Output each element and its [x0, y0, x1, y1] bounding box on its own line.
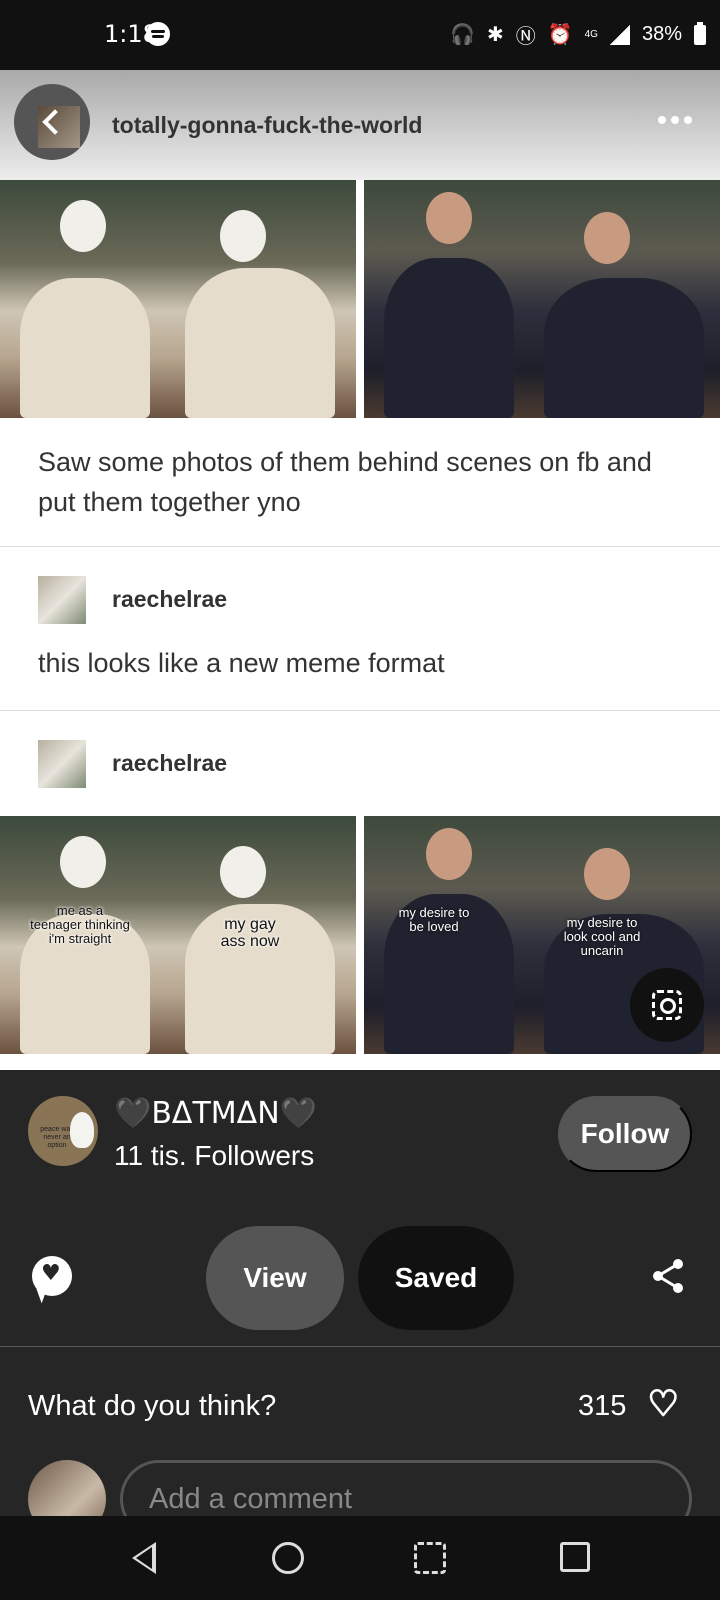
saved-button[interactable]: Saved [358, 1226, 514, 1330]
blog-name[interactable]: totally-gonna-fuck-the-world [112, 112, 422, 139]
comments-prompt: What do you think? [28, 1390, 277, 1422]
reblog-avatar[interactable] [38, 576, 86, 624]
reblog-text: this looks like a new meme format [38, 648, 445, 678]
battery-level: 38% [641, 23, 682, 45]
share-icon[interactable] [650, 1258, 686, 1294]
author-avatar[interactable]: peace was never an option [28, 1096, 98, 1166]
chat-icon[interactable] [32, 1256, 72, 1296]
photo-right[interactable] [364, 180, 720, 418]
meme-caption: my desire to be loved [398, 905, 470, 934]
like-count: 315 [578, 1390, 627, 1422]
status-bar: 1:18 🎧 ✱ Ⓝ ⏰ 4G 38% [0, 0, 720, 70]
signal-icon [609, 24, 630, 45]
more-icon[interactable] [658, 116, 692, 124]
back-button[interactable] [14, 84, 90, 160]
follower-count: 11 tis. Followers [114, 1140, 315, 1171]
bluetooth-icon: ✱ [486, 24, 504, 46]
goose-image [70, 1112, 94, 1148]
nav-recents-icon[interactable] [560, 1542, 590, 1572]
alarm-icon: ⏰ [547, 24, 573, 46]
reblog-avatar[interactable] [38, 740, 86, 788]
meme-caption: my desire to look cool and uncarin [563, 915, 641, 958]
visual-search-button[interactable] [630, 968, 704, 1042]
system-nav-bar [0, 1516, 720, 1600]
post-header: totally-gonna-fuck-the-world [0, 70, 720, 180]
nav-capture-icon[interactable] [414, 1542, 446, 1574]
meme-caption: my gay ass now [220, 916, 280, 950]
author-name[interactable]: 🖤BΔTMΔN🖤 [114, 1096, 317, 1131]
view-button[interactable]: View [206, 1226, 344, 1330]
divider [0, 1346, 720, 1347]
divider [0, 710, 720, 711]
nfc-icon: Ⓝ [515, 26, 536, 48]
meme-photo-left[interactable]: me as a teenager thinking i'm straight m… [0, 816, 356, 1054]
pin-details-panel: peace was never an option 🖤BΔTMΔN🖤 11 ti… [0, 1070, 720, 1538]
divider [0, 546, 720, 547]
nav-back-icon[interactable] [132, 1542, 156, 1574]
spotify-icon [146, 22, 170, 46]
reblog-username[interactable]: raechelrae [112, 750, 227, 777]
battery-icon [694, 21, 706, 45]
nav-home-icon[interactable] [272, 1542, 304, 1574]
status-icons: 🎧 ✱ Ⓝ ⏰ 4G 38% [450, 20, 706, 49]
meme-caption: me as a teenager thinking i'm straight [30, 903, 130, 946]
reblog-username[interactable]: raechelrae [112, 586, 227, 613]
follow-button[interactable]: Follow [558, 1096, 692, 1172]
meme-photo-set[interactable]: me as a teenager thinking i'm straight m… [0, 816, 720, 1054]
post-card: totally-gonna-fuck-the-world Saw some ph… [0, 70, 720, 1070]
photo-set[interactable] [0, 180, 720, 418]
photo-left[interactable] [0, 180, 356, 418]
signal-label: 4G [584, 29, 598, 40]
post-text: Saw some photos of them behind scenes on… [38, 447, 652, 517]
heart-icon[interactable]: ♥ [647, 1383, 680, 1426]
headphones-icon: 🎧 [450, 24, 475, 46]
visual-search-icon [652, 990, 682, 1020]
